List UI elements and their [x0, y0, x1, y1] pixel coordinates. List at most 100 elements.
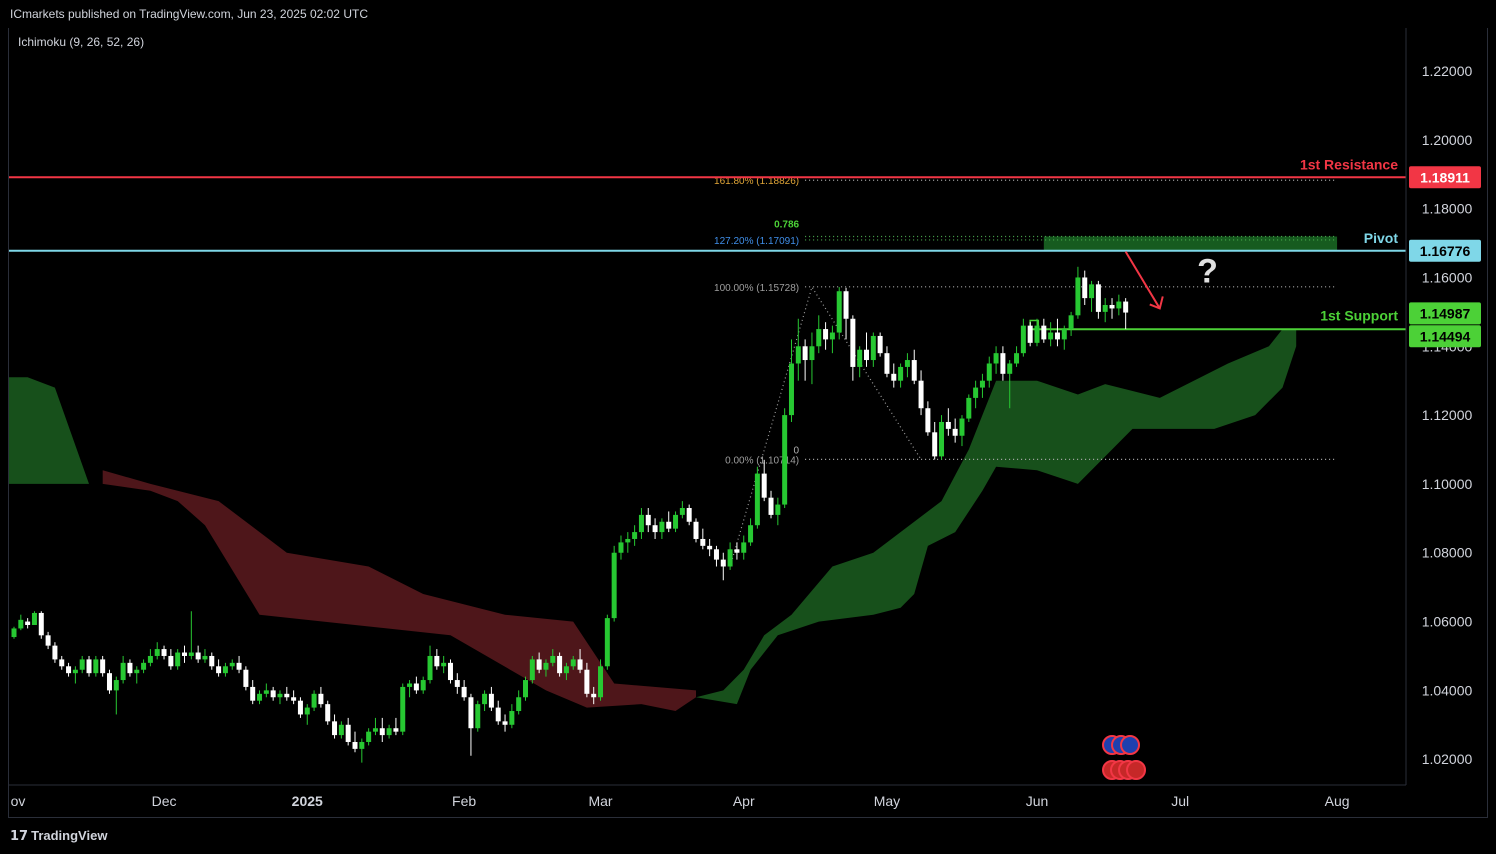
price-chart[interactable]: 161.80% (1.18826)127.20% (1.17091)100.00…	[0, 0, 1496, 854]
candle-body[interactable]	[372, 728, 378, 732]
candle-body[interactable]	[693, 521, 699, 539]
candle-body[interactable]	[638, 514, 644, 533]
candle-body[interactable]	[563, 666, 569, 674]
candle-body[interactable]	[352, 741, 358, 749]
candle-body[interactable]	[86, 659, 92, 674]
candle-body[interactable]	[823, 329, 829, 340]
candle-body[interactable]	[1102, 304, 1108, 312]
candle-body[interactable]	[829, 332, 835, 340]
candle-body[interactable]	[407, 683, 413, 687]
candle-body[interactable]	[291, 697, 297, 701]
candle-body[interactable]	[618, 542, 624, 553]
candle-body[interactable]	[577, 659, 583, 670]
candle-body[interactable]	[754, 473, 760, 526]
candle-body[interactable]	[427, 655, 433, 681]
candle-body[interactable]	[386, 728, 392, 736]
candle-body[interactable]	[468, 697, 474, 729]
candle-body[interactable]	[1014, 353, 1020, 364]
candle-body[interactable]	[543, 662, 549, 670]
candle-body[interactable]	[979, 380, 985, 388]
candle-body[interactable]	[795, 346, 801, 364]
candle-body[interactable]	[898, 366, 904, 381]
candle-body[interactable]	[816, 329, 822, 347]
candle-body[interactable]	[666, 521, 672, 529]
candle-body[interactable]	[393, 728, 399, 732]
candle-body[interactable]	[1034, 325, 1040, 343]
candle-body[interactable]	[1000, 353, 1006, 374]
candle-body[interactable]	[1095, 284, 1101, 312]
candle-body[interactable]	[325, 704, 331, 722]
candle-body[interactable]	[1089, 284, 1095, 299]
candle-body[interactable]	[454, 680, 460, 687]
candle-body[interactable]	[857, 349, 863, 367]
candle-body[interactable]	[891, 373, 897, 381]
candle-body[interactable]	[1109, 304, 1115, 309]
candle-body[interactable]	[1020, 325, 1026, 354]
candle-body[interactable]	[202, 655, 208, 660]
ichimoku-indicator-label[interactable]: Ichimoku (9, 26, 52, 26)	[18, 35, 144, 49]
candle-body[interactable]	[154, 649, 160, 656]
candle-body[interactable]	[788, 363, 794, 416]
candle-body[interactable]	[488, 693, 494, 708]
candle-body[interactable]	[707, 545, 713, 550]
candle-body[interactable]	[447, 662, 453, 681]
candle-body[interactable]	[263, 690, 269, 694]
candle-body[interactable]	[570, 659, 576, 667]
candle-body[interactable]	[236, 662, 242, 670]
candle-body[interactable]	[113, 680, 119, 691]
candle-body[interactable]	[877, 335, 883, 354]
candle-body[interactable]	[222, 666, 228, 674]
candle-body[interactable]	[52, 645, 58, 660]
candle-body[interactable]	[986, 363, 992, 381]
candle-body[interactable]	[550, 655, 556, 663]
candle-body[interactable]	[297, 700, 303, 715]
candle-body[interactable]	[1007, 363, 1013, 374]
candle-body[interactable]	[584, 669, 590, 694]
candle-body[interactable]	[284, 693, 290, 698]
candle-body[interactable]	[802, 346, 808, 361]
candle-body[interactable]	[1041, 325, 1047, 340]
candle-body[interactable]	[884, 353, 890, 374]
candle-body[interactable]	[413, 683, 419, 691]
candle-body[interactable]	[379, 728, 385, 736]
candle-body[interactable]	[966, 397, 972, 419]
candle-body[interactable]	[400, 686, 406, 732]
candle-body[interactable]	[973, 387, 979, 398]
candle-body[interactable]	[509, 711, 515, 725]
candle-body[interactable]	[216, 666, 222, 674]
candle-body[interactable]	[25, 621, 31, 625]
candle-body[interactable]	[945, 421, 951, 429]
candle-body[interactable]	[1123, 301, 1129, 313]
candle-body[interactable]	[952, 428, 958, 436]
candle-body[interactable]	[338, 724, 344, 736]
candle-body[interactable]	[939, 421, 945, 457]
candle-body[interactable]	[925, 408, 931, 433]
candle-body[interactable]	[59, 659, 65, 667]
candle-body[interactable]	[147, 655, 153, 663]
candle-body[interactable]	[591, 693, 597, 698]
candle-body[interactable]	[604, 618, 610, 667]
candle-body[interactable]	[713, 549, 719, 560]
candle-body[interactable]	[209, 655, 215, 667]
candle-body[interactable]	[870, 335, 876, 361]
candle-body[interactable]	[686, 508, 692, 522]
candle-body[interactable]	[1054, 332, 1060, 340]
candle-body[interactable]	[598, 666, 604, 698]
candle-body[interactable]	[557, 655, 563, 674]
candle-body[interactable]	[495, 707, 501, 722]
candle-body[interactable]	[502, 721, 508, 725]
candle-body[interactable]	[106, 673, 112, 691]
candle-body[interactable]	[741, 542, 747, 553]
candle-body[interactable]	[45, 635, 51, 646]
candle-body[interactable]	[727, 549, 733, 567]
candle-body[interactable]	[11, 628, 17, 638]
candle-body[interactable]	[1075, 277, 1081, 316]
candle-body[interactable]	[420, 680, 426, 691]
candle-body[interactable]	[1027, 325, 1033, 343]
candle-body[interactable]	[182, 652, 187, 656]
candle-body[interactable]	[168, 655, 174, 667]
candle-body[interactable]	[918, 380, 924, 409]
candle-body[interactable]	[161, 649, 167, 656]
tradingview-logo[interactable]: 17 TradingView	[10, 828, 107, 844]
candle-body[interactable]	[127, 662, 133, 674]
